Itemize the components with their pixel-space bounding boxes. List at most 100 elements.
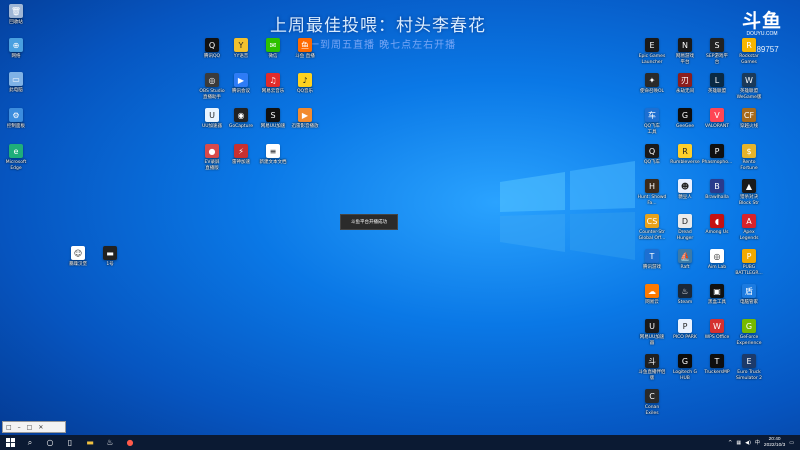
desktop-shortcut[interactable]: ⚙ 控制面板 — [1, 108, 31, 130]
desktop-shortcut[interactable]: R Rumbleverse — [670, 144, 700, 166]
desktop-shortcut[interactable]: G GeForce Experience — [734, 319, 764, 346]
desktop-shortcut[interactable]: R Rockstar Games — [734, 38, 764, 65]
steam-icon: ♨ — [106, 438, 114, 447]
volume-icon[interactable]: ◀) — [745, 440, 751, 446]
qq-icon: Q — [205, 38, 219, 52]
clock[interactable]: 20:40 2022/10/3 — [764, 437, 785, 448]
douyu-watermark: 斗鱼 DOUYU.COM — [742, 6, 782, 37]
desktop-shortcut[interactable]: e Microsoft Edge — [1, 144, 31, 171]
window-minimize-icon[interactable]: – — [18, 424, 21, 431]
desktop-shortcut[interactable]: 🗑 回收站 — [1, 4, 31, 26]
desktop-shortcut[interactable]: ◎ Aim Lab — [702, 249, 732, 271]
desktop-shortcut[interactable]: 盾电脑管家 — [734, 284, 764, 306]
amongus-icon: ◖ — [710, 214, 724, 228]
desktop-shortcut[interactable]: P Phasmopho... — [702, 144, 732, 166]
desktop-shortcut[interactable]: N 网易游戏 平台 — [670, 38, 700, 65]
ev-icon: ● — [205, 144, 219, 158]
desktop-shortcut[interactable]: C Conan Exiles — [637, 389, 667, 416]
desktop-shortcut[interactable]: ♪ QQ音乐 — [290, 73, 320, 95]
cortana-button[interactable]: ○ — [40, 435, 60, 450]
desktop-shortcut[interactable]: ☺ 暴躁汉堡 — [63, 246, 93, 268]
desktop-shortcut[interactable]: ▲ 猎杀对决 Block Str — [734, 179, 764, 206]
desktop-shortcut[interactable]: 车 QQ飞车 工具 — [637, 108, 667, 135]
windows-start-icon — [5, 438, 15, 447]
steam-icon: ♨ — [678, 284, 692, 298]
desktop-shortcut[interactable]: ◉ GoCapture — [226, 108, 256, 130]
desktop-shortcut[interactable]: E Euro Truck Simulator 2 — [734, 354, 764, 381]
desktop-shortcut-label: Microsoft Edge — [5, 160, 27, 171]
desktop-shortcut[interactable]: ✦ 使命召唤OL — [637, 73, 667, 95]
desktop-shortcut[interactable]: B Brawlhalla — [702, 179, 732, 201]
desktop-shortcut[interactable]: P PICO PARK — [670, 319, 700, 341]
desktop-shortcut[interactable]: W 英雄联盟 WeGame版 — [734, 73, 764, 100]
start-button[interactable] — [0, 435, 20, 450]
desktop-shortcut-label: Euro Truck Simulator 2 — [735, 370, 762, 381]
desktop-shortcut[interactable]: ✉ 微信 — [258, 38, 288, 60]
desktop-shortcut[interactable]: H Hunt: Showd Fa... — [637, 179, 667, 206]
desktop-shortcut[interactable]: ◎ OBS Studio 直播助手 — [197, 73, 227, 100]
window-restore-icon[interactable]: □ — [6, 424, 12, 431]
window-close-icon[interactable]: ✕ — [38, 424, 43, 431]
task-view-button[interactable]: ▯ — [60, 435, 80, 450]
taskbar: ⌕ ○ ▯ ▬ ♨ ● ^ ▦ ◀) 中 20:40 2022/10/3 ▭ — [0, 435, 800, 450]
douyu-url: DOUYU.COM — [746, 31, 778, 37]
desktop-shortcut[interactable]: ⚡ 雷神加速 — [226, 144, 256, 166]
taskbar-explorer[interactable]: ▬ — [80, 435, 100, 450]
desktop-shortcut[interactable]: G GeeGee — [670, 108, 700, 130]
desktop-shortcut[interactable]: ☁ 网易云 — [637, 284, 667, 306]
taskbar-obs[interactable]: ● — [120, 435, 140, 450]
desktop-shortcut[interactable]: CF 穿越火线 — [734, 108, 764, 130]
desktop-shortcut[interactable]: ▶ 腾讯会议 — [226, 73, 256, 95]
desktop-shortcut[interactable]: ♨ Steam — [670, 284, 700, 306]
tray-chevron-icon[interactable]: ^ — [728, 440, 732, 446]
desktop-shortcut[interactable]: U 网易UU加速 器 — [637, 319, 667, 346]
desktop-shortcut[interactable]: ● EV录屏 直播版 — [197, 144, 227, 171]
desktop-shortcut[interactable]: ⛵ Raft — [670, 249, 700, 271]
desktop-shortcut[interactable]: ▶ 迅雷影音播放 — [290, 108, 320, 130]
desktop-shortcut[interactable]: A Apex Legends — [734, 214, 764, 241]
desktop-shortcut[interactable]: T TruckersMP — [702, 354, 732, 376]
desktop-shortcut[interactable]: D Dread Hunger — [670, 214, 700, 241]
desktop-shortcut[interactable]: ☻ 糖豆人 — [670, 179, 700, 201]
geforce-icon: G — [742, 319, 756, 333]
desktop-shortcut[interactable]: E Epic Games Launcher — [637, 38, 667, 65]
desktop-shortcut[interactable]: ◖ Among Us — [702, 214, 732, 236]
netease-uu-icon: U — [645, 319, 659, 333]
tencent-games-icon: T — [645, 249, 659, 263]
desktop-shortcut[interactable]: W WPS Office — [702, 319, 732, 341]
desktop-shortcut[interactable]: 斗斗鱼直播伴侣 版 — [637, 354, 667, 381]
desktop-shortcut[interactable]: ▣ 黑盒工具 — [702, 284, 732, 306]
notification-icon[interactable]: ▭ — [789, 440, 794, 446]
desktop-shortcut[interactable]: Q QQ飞车 — [637, 144, 667, 166]
minimized-window[interactable]: □ – □ ✕ — [2, 421, 66, 433]
desktop-shortcut[interactable]: V VALORANT — [702, 108, 732, 130]
desktop-shortcut[interactable]: 鱼斗鱼 直播 — [290, 38, 320, 60]
network-tray-icon[interactable]: ▦ — [736, 440, 741, 446]
desktop-shortcut[interactable]: $ Rento Fortune — [734, 144, 764, 171]
geegee-icon: G — [678, 108, 692, 122]
desktop-shortcut[interactable]: L 英雄联盟 — [702, 73, 732, 95]
desktop-shortcut[interactable]: Y YY语音 — [226, 38, 256, 60]
desktop-shortcut[interactable]: G Logitech G HUB — [670, 354, 700, 381]
desktop-shortcut[interactable]: P PUBG BATTLEGR... — [734, 249, 764, 276]
task-view-icon: ▯ — [67, 438, 73, 447]
desktop-shortcut[interactable]: S SEP游戏平 台 — [702, 38, 732, 65]
desktop-shortcut[interactable]: ⊕ 网络 — [1, 38, 31, 60]
desktop-shortcut[interactable]: ≡ 新建文本文档 — [258, 144, 288, 166]
taskbar-steam[interactable]: ♨ — [100, 435, 120, 450]
desktop-shortcut[interactable]: T 腾讯游戏 — [637, 249, 667, 271]
desktop-shortcut[interactable]: ▬ 1号 — [95, 246, 125, 268]
desktop-shortcut[interactable]: CS Counter-Str Global Off... — [637, 214, 667, 241]
window-maximize-icon[interactable]: □ — [27, 424, 33, 431]
desktop-shortcut[interactable]: ▭ 此电脑 — [1, 72, 31, 94]
desktop-shortcut-label: 电脑管家 — [740, 300, 758, 305]
qqcar-icon: Q — [645, 144, 659, 158]
apex-icon: A — [742, 214, 756, 228]
desktop-shortcut[interactable]: 刃永劫无间 — [670, 73, 700, 95]
desktop-shortcut[interactable]: S 网易UU加速 — [258, 108, 288, 130]
search-button[interactable]: ⌕ — [20, 435, 40, 450]
ime-icon[interactable]: 中 — [755, 439, 760, 446]
recycle-bin-icon: 🗑 — [9, 4, 23, 18]
leishen-icon: ⚡ — [234, 144, 248, 158]
desktop-shortcut[interactable]: ♫ 网易云音乐 — [258, 73, 288, 95]
